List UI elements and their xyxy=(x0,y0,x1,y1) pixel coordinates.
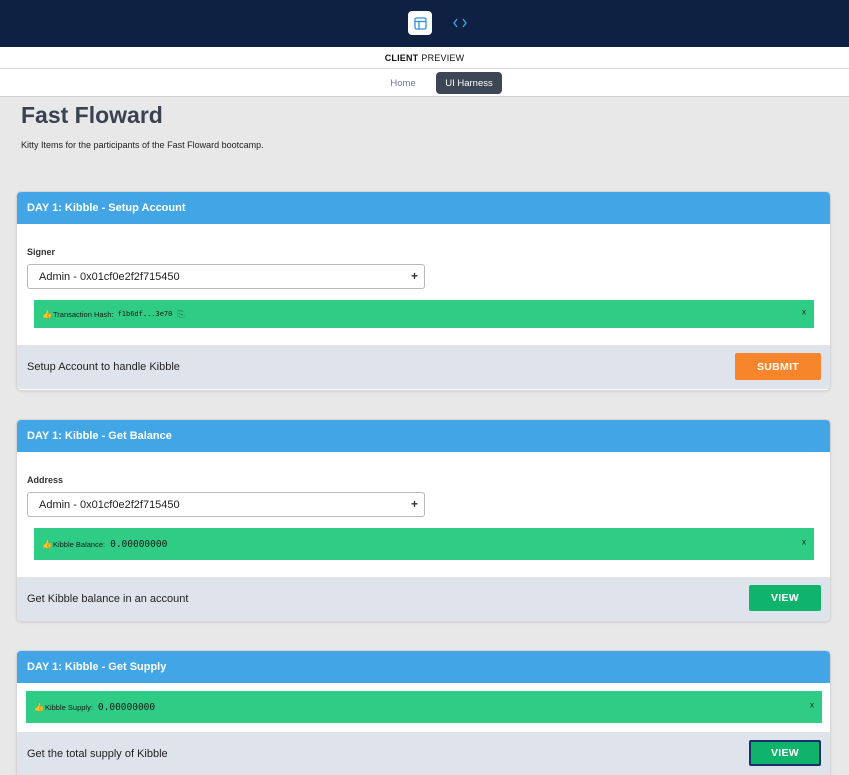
top-toolbar xyxy=(0,0,849,47)
signer-label: Signer xyxy=(27,247,56,257)
nav-ui-harness-tab[interactable]: UI Harness xyxy=(436,72,502,94)
get-supply-card: DAY 1: Kibble - Get Supply 👍 Kibble Supp… xyxy=(16,650,831,775)
close-alert-button[interactable]: x xyxy=(802,308,806,317)
alert-label: Kibble Supply: xyxy=(44,702,93,712)
copy-icon[interactable]: ⎘ xyxy=(177,309,184,320)
layout-icon[interactable] xyxy=(408,11,432,35)
thumbs-up-icon: 👍 xyxy=(42,539,52,549)
nav-bar: Home UI Harness xyxy=(0,69,849,97)
address-select[interactable]: Admin - 0x01cf0e2f2f715450 + xyxy=(27,492,425,517)
client-preview-label: CLIENT PREVIEW xyxy=(0,47,849,69)
setup-account-card: DAY 1: Kibble - Setup Account Signer Adm… xyxy=(16,191,831,391)
transaction-hash-alert: 👍 Transaction Hash: f1b6df...3e70 ⎘ x xyxy=(34,300,814,328)
card-header: DAY 1: Kibble - Setup Account xyxy=(17,192,830,224)
nav-home-link[interactable]: Home xyxy=(386,72,420,94)
kibble-supply-alert: 👍 Kibble Supply: 0.00000000 x xyxy=(26,691,822,723)
page-title: Fast Floward xyxy=(21,102,163,128)
card-footer: Get Kibble balance in an account VIEW xyxy=(17,577,830,621)
signer-select-value: Admin - 0x01cf0e2f2f715450 xyxy=(39,270,180,283)
transaction-hash-value: f1b6df...3e70 xyxy=(117,310,173,318)
close-alert-button[interactable]: x xyxy=(802,538,806,547)
card-header: DAY 1: Kibble - Get Supply xyxy=(17,651,830,683)
footer-text: Get Kibble balance in an account xyxy=(27,593,189,605)
code-icon[interactable] xyxy=(448,11,472,35)
alert-label: Kibble Balance: xyxy=(52,539,106,549)
kibble-supply-value: 0.00000000 xyxy=(97,701,156,713)
kibble-balance-value: 0.00000000 xyxy=(110,538,168,550)
view-balance-button[interactable]: VIEW xyxy=(749,585,821,611)
card-header: DAY 1: Kibble - Get Balance xyxy=(17,420,830,452)
page-description: Kitty Items for the participants of the … xyxy=(21,140,264,150)
submit-button[interactable]: SUBMIT xyxy=(735,353,821,380)
plus-icon: + xyxy=(410,497,418,511)
footer-text: Setup Account to handle Kibble xyxy=(27,361,180,373)
preview-label-strong: CLIENT xyxy=(384,52,419,63)
card-footer: Setup Account to handle Kibble SUBMIT xyxy=(17,345,830,389)
get-balance-card: DAY 1: Kibble - Get Balance Address Admi… xyxy=(16,419,831,622)
alert-label: Transaction Hash: xyxy=(52,309,114,319)
address-select-value: Admin - 0x01cf0e2f2f715450 xyxy=(39,498,180,511)
address-label: Address xyxy=(27,475,64,485)
signer-select[interactable]: Admin - 0x01cf0e2f2f715450 + xyxy=(27,264,425,289)
plus-icon: + xyxy=(410,269,418,283)
kibble-balance-alert: 👍 Kibble Balance: 0.00000000 x xyxy=(34,528,814,560)
card-footer: Get the total supply of Kibble VIEW xyxy=(17,732,830,775)
preview-label-rest: PREVIEW xyxy=(421,52,465,63)
view-supply-button[interactable]: VIEW xyxy=(749,740,821,766)
footer-text: Get the total supply of Kibble xyxy=(27,748,168,760)
close-alert-button[interactable]: x xyxy=(810,701,814,710)
thumbs-up-icon: 👍 xyxy=(42,309,52,319)
thumbs-up-icon: 👍 xyxy=(34,702,44,712)
